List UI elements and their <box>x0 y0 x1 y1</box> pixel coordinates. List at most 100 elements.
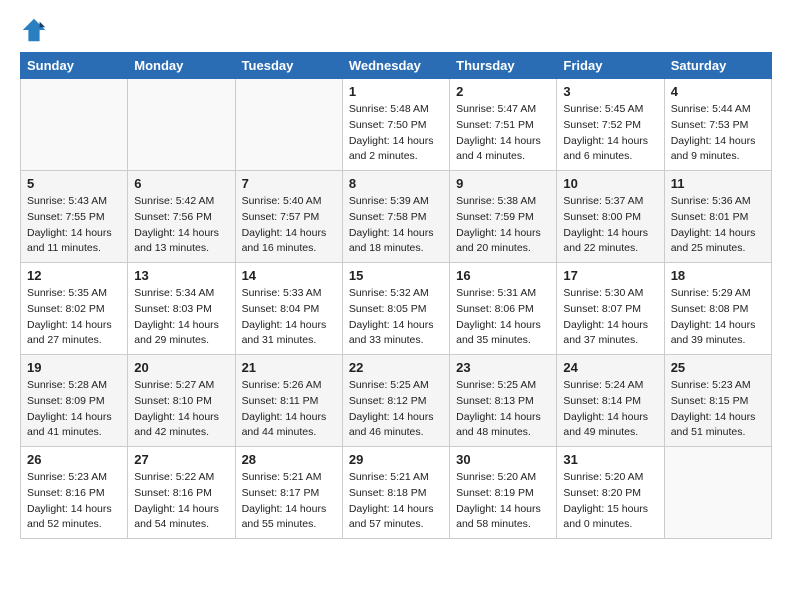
day-number: 20 <box>134 360 228 375</box>
day-number: 28 <box>242 452 336 467</box>
day-info: Sunrise: 5:43 AMSunset: 7:55 PMDaylight:… <box>27 194 121 257</box>
day-number: 16 <box>456 268 550 283</box>
day-info: Sunrise: 5:34 AMSunset: 8:03 PMDaylight:… <box>134 286 228 349</box>
calendar-cell: 3 Sunrise: 5:45 AMSunset: 7:52 PMDaylight… <box>557 79 664 171</box>
day-number: 27 <box>134 452 228 467</box>
calendar-cell: 30Sunrise: 5:20 AMSunset: 8:19 PMDayligh… <box>450 447 557 539</box>
day-info: Sunrise: 5:28 AMSunset: 8:09 PMDaylight:… <box>27 378 121 441</box>
day-number: 18 <box>671 268 765 283</box>
day-number: 24 <box>563 360 657 375</box>
calendar-cell: 17 Sunrise: 5:30 AMSunset: 8:07 PMDayligh… <box>557 263 664 355</box>
calendar-cell: 28 Sunrise: 5:21 AMSunset: 8:17 PMDayligh… <box>235 447 342 539</box>
calendar-cell: 31Sunrise: 5:20 AMSunset: 8:20 PMDayligh… <box>557 447 664 539</box>
day-number: 5 <box>27 176 121 191</box>
day-info: Sunrise: 5:40 AMSunset: 7:57 PMDaylight:… <box>242 194 336 257</box>
day-info: Sunrise: 5:42 AMSunset: 7:56 PMDaylight:… <box>134 194 228 257</box>
day-number: 4 <box>671 84 765 99</box>
calendar-cell <box>21 79 128 171</box>
day-number: 23 <box>456 360 550 375</box>
day-number: 2 <box>456 84 550 99</box>
calendar-cell: 7 Sunrise: 5:40 AMSunset: 7:57 PMDaylight… <box>235 171 342 263</box>
day-header-friday: Friday <box>557 53 664 79</box>
day-number: 6 <box>134 176 228 191</box>
day-info: Sunrise: 5:21 AMSunset: 8:17 PMDaylight:… <box>242 470 336 533</box>
calendar-cell: 6 Sunrise: 5:42 AMSunset: 7:56 PMDaylight… <box>128 171 235 263</box>
calendar-cell: 15 Sunrise: 5:32 AMSunset: 8:05 PMDayligh… <box>342 263 449 355</box>
logo <box>20 16 52 44</box>
calendar-cell: 22Sunrise: 5:25 AMSunset: 8:12 PMDayligh… <box>342 355 449 447</box>
calendar-cell: 9 Sunrise: 5:38 AMSunset: 7:59 PMDaylight… <box>450 171 557 263</box>
day-info: Sunrise: 5:33 AMSunset: 8:04 PMDaylight:… <box>242 286 336 349</box>
calendar-cell: 2 Sunrise: 5:47 AMSunset: 7:51 PMDaylight… <box>450 79 557 171</box>
calendar-cell: 10Sunrise: 5:37 AMSunset: 8:00 PMDayligh… <box>557 171 664 263</box>
day-info: Sunrise: 5:38 AMSunset: 7:59 PMDaylight:… <box>456 194 550 257</box>
day-info: Sunrise: 5:25 AMSunset: 8:13 PMDaylight:… <box>456 378 550 441</box>
day-number: 22 <box>349 360 443 375</box>
day-number: 3 <box>563 84 657 99</box>
day-info: Sunrise: 5:44 AMSunset: 7:53 PMDaylight:… <box>671 102 765 165</box>
day-info: Sunrise: 5:31 AMSunset: 8:06 PMDaylight:… <box>456 286 550 349</box>
day-info: Sunrise: 5:48 AMSunset: 7:50 PMDaylight:… <box>349 102 443 165</box>
day-info: Sunrise: 5:36 AMSunset: 8:01 PMDaylight:… <box>671 194 765 257</box>
calendar-cell <box>664 447 771 539</box>
calendar-cell: 4 Sunrise: 5:44 AMSunset: 7:53 PMDaylight… <box>664 79 771 171</box>
calendar-table: SundayMondayTuesdayWednesdayThursdayFrid… <box>20 52 772 539</box>
calendar-week-row: 12 Sunrise: 5:35 AMSunset: 8:02 PMDayligh… <box>21 263 772 355</box>
calendar-cell: 5 Sunrise: 5:43 AMSunset: 7:55 PMDaylight… <box>21 171 128 263</box>
day-info: Sunrise: 5:47 AMSunset: 7:51 PMDaylight:… <box>456 102 550 165</box>
calendar-cell: 26 Sunrise: 5:23 AMSunset: 8:16 PMDayligh… <box>21 447 128 539</box>
day-info: Sunrise: 5:30 AMSunset: 8:07 PMDaylight:… <box>563 286 657 349</box>
day-number: 31 <box>563 452 657 467</box>
day-info: Sunrise: 5:29 AMSunset: 8:08 PMDaylight:… <box>671 286 765 349</box>
day-header-wednesday: Wednesday <box>342 53 449 79</box>
day-header-saturday: Saturday <box>664 53 771 79</box>
day-info: Sunrise: 5:32 AMSunset: 8:05 PMDaylight:… <box>349 286 443 349</box>
day-number: 1 <box>349 84 443 99</box>
day-info: Sunrise: 5:21 AMSunset: 8:18 PMDaylight:… <box>349 470 443 533</box>
calendar-cell: 11 Sunrise: 5:36 AMSunset: 8:01 PMDayligh… <box>664 171 771 263</box>
calendar-cell: 27 Sunrise: 5:22 AMSunset: 8:16 PMDayligh… <box>128 447 235 539</box>
day-number: 11 <box>671 176 765 191</box>
calendar-week-row: 26 Sunrise: 5:23 AMSunset: 8:16 PMDayligh… <box>21 447 772 539</box>
day-header-thursday: Thursday <box>450 53 557 79</box>
day-header-monday: Monday <box>128 53 235 79</box>
day-header-tuesday: Tuesday <box>235 53 342 79</box>
day-number: 14 <box>242 268 336 283</box>
calendar-cell: 19Sunrise: 5:28 AMSunset: 8:09 PMDayligh… <box>21 355 128 447</box>
logo-icon <box>20 16 48 44</box>
calendar-week-row: 19Sunrise: 5:28 AMSunset: 8:09 PMDayligh… <box>21 355 772 447</box>
day-info: Sunrise: 5:23 AMSunset: 8:15 PMDaylight:… <box>671 378 765 441</box>
day-info: Sunrise: 5:22 AMSunset: 8:16 PMDaylight:… <box>134 470 228 533</box>
day-number: 15 <box>349 268 443 283</box>
page-header <box>20 16 772 44</box>
calendar-cell <box>128 79 235 171</box>
day-info: Sunrise: 5:23 AMSunset: 8:16 PMDaylight:… <box>27 470 121 533</box>
day-info: Sunrise: 5:39 AMSunset: 7:58 PMDaylight:… <box>349 194 443 257</box>
calendar-cell <box>235 79 342 171</box>
day-header-sunday: Sunday <box>21 53 128 79</box>
day-number: 26 <box>27 452 121 467</box>
calendar-cell: 13Sunrise: 5:34 AMSunset: 8:03 PMDayligh… <box>128 263 235 355</box>
day-info: Sunrise: 5:45 AMSunset: 7:52 PMDaylight:… <box>563 102 657 165</box>
day-number: 10 <box>563 176 657 191</box>
calendar-cell: 16 Sunrise: 5:31 AMSunset: 8:06 PMDayligh… <box>450 263 557 355</box>
day-info: Sunrise: 5:35 AMSunset: 8:02 PMDaylight:… <box>27 286 121 349</box>
day-number: 12 <box>27 268 121 283</box>
calendar-cell: 20Sunrise: 5:27 AMSunset: 8:10 PMDayligh… <box>128 355 235 447</box>
calendar-cell: 25 Sunrise: 5:23 AMSunset: 8:15 PMDayligh… <box>664 355 771 447</box>
day-number: 17 <box>563 268 657 283</box>
day-number: 9 <box>456 176 550 191</box>
day-number: 7 <box>242 176 336 191</box>
calendar-cell: 12 Sunrise: 5:35 AMSunset: 8:02 PMDayligh… <box>21 263 128 355</box>
calendar-header-row: SundayMondayTuesdayWednesdayThursdayFrid… <box>21 53 772 79</box>
calendar-cell: 1 Sunrise: 5:48 AMSunset: 7:50 PMDaylight… <box>342 79 449 171</box>
calendar-cell: 14 Sunrise: 5:33 AMSunset: 8:04 PMDayligh… <box>235 263 342 355</box>
calendar-cell: 8Sunrise: 5:39 AMSunset: 7:58 PMDaylight… <box>342 171 449 263</box>
day-number: 30 <box>456 452 550 467</box>
day-number: 29 <box>349 452 443 467</box>
calendar-week-row: 5 Sunrise: 5:43 AMSunset: 7:55 PMDaylight… <box>21 171 772 263</box>
day-info: Sunrise: 5:24 AMSunset: 8:14 PMDaylight:… <box>563 378 657 441</box>
calendar-cell: 24 Sunrise: 5:24 AMSunset: 8:14 PMDayligh… <box>557 355 664 447</box>
calendar-week-row: 1 Sunrise: 5:48 AMSunset: 7:50 PMDaylight… <box>21 79 772 171</box>
day-number: 25 <box>671 360 765 375</box>
